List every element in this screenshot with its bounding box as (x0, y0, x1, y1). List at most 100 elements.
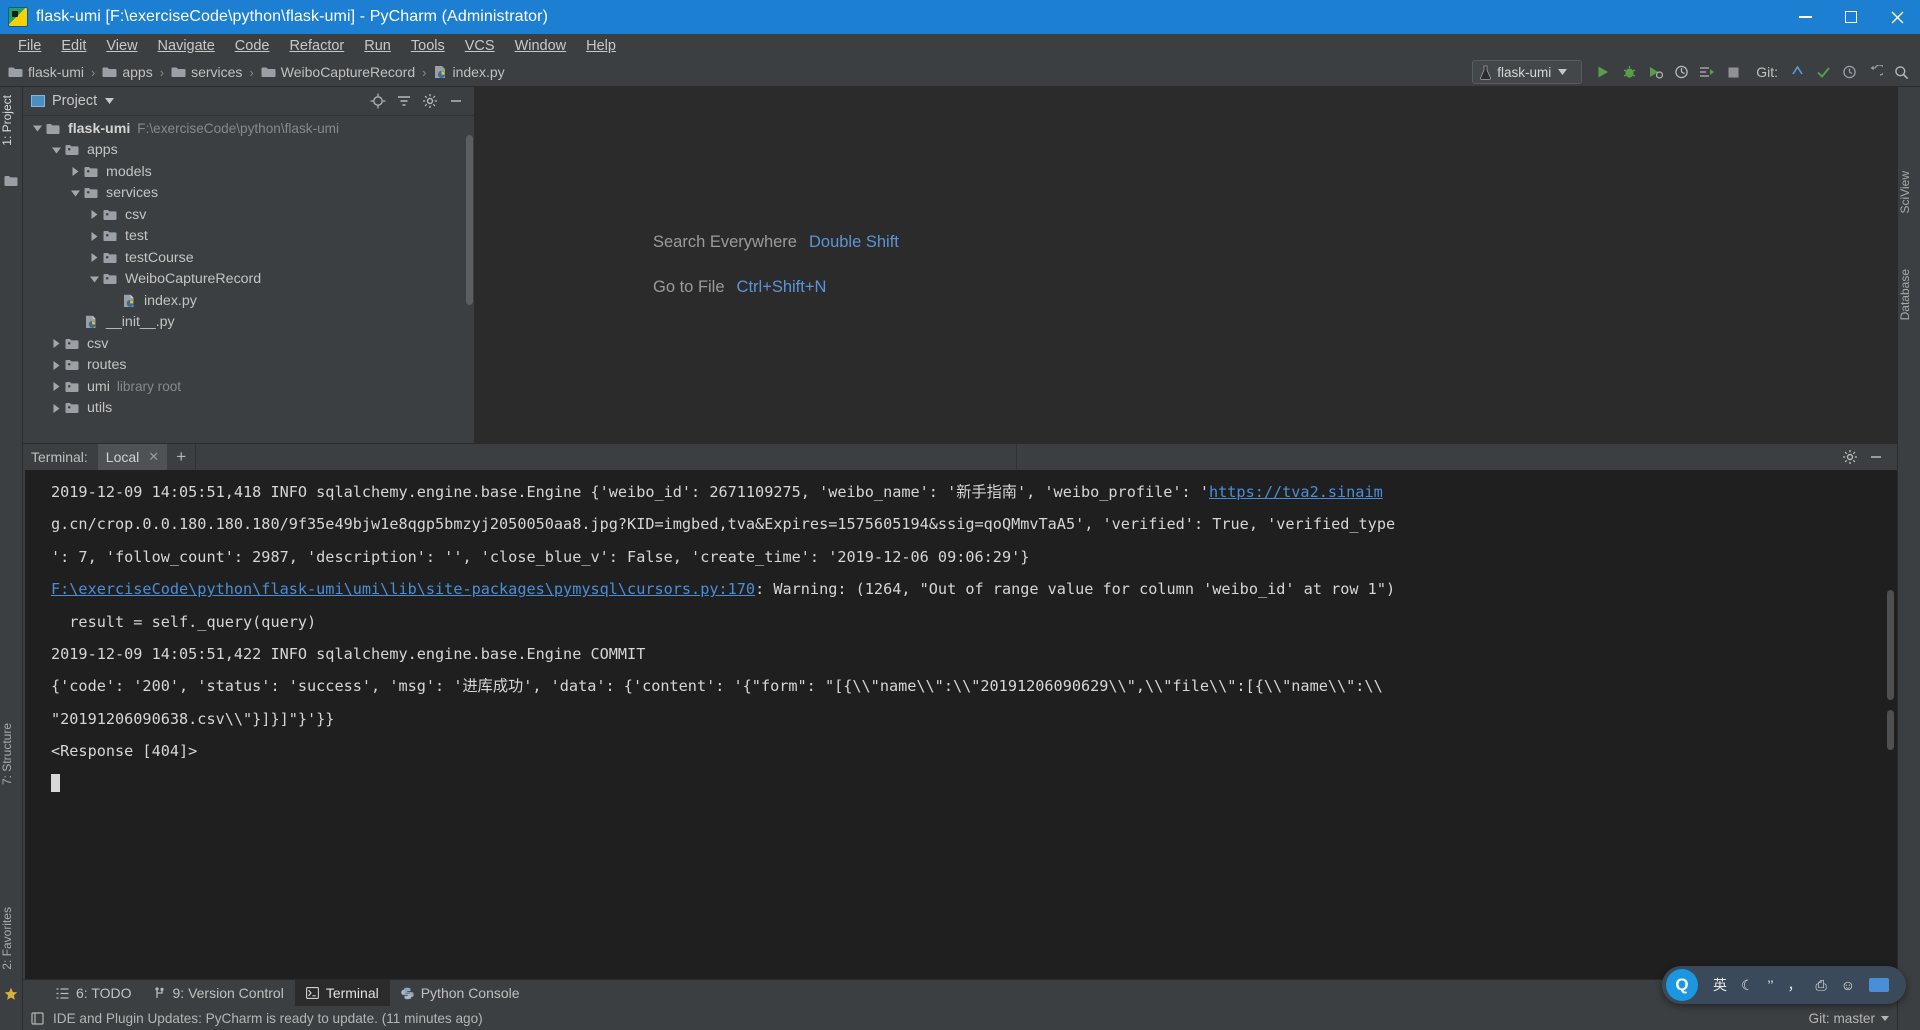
terminal-scrollbar-secondary[interactable] (1887, 710, 1894, 750)
tab-python-console[interactable]: Python Console (390, 980, 531, 1006)
menu-tools[interactable]: Tools (401, 34, 455, 58)
sidebar-item-favorites[interactable]: 2: Favorites (0, 907, 22, 970)
new-terminal-button[interactable]: + (167, 444, 195, 470)
menu-refactor[interactable]: Refactor (279, 34, 354, 58)
chevron-down-icon[interactable] (69, 187, 82, 200)
terminal-output[interactable]: 2019-12-09 14:05:51,418 INFO sqlalchemy.… (23, 470, 1897, 979)
breadcrumb-services[interactable]: services (171, 64, 242, 80)
breadcrumb-weibocapturerecord[interactable]: WeiboCaptureRecord (261, 64, 415, 80)
maximize-button[interactable] (1828, 0, 1874, 34)
chevron-down-icon[interactable] (50, 144, 63, 157)
minimize-button[interactable] (1782, 0, 1828, 34)
menu-help[interactable]: Help (576, 34, 626, 58)
menu-code[interactable]: Code (225, 34, 280, 58)
stop-button[interactable] (1720, 60, 1746, 84)
project-tree[interactable]: flask-umi F:\exerciseCode\python\flask-um… (23, 115, 475, 443)
run-button[interactable] (1590, 60, 1616, 84)
project-view-icon (31, 95, 45, 107)
hide-panel-button[interactable] (443, 88, 469, 114)
editor-empty-area[interactable]: Search Everywhere Double Shift Go to Fil… (475, 87, 1897, 443)
run-with-console-button[interactable] (1694, 60, 1720, 84)
chevron-down-icon[interactable] (105, 98, 115, 104)
close-button[interactable] (1874, 0, 1920, 34)
run-configuration-selector[interactable]: flask-umi (1472, 60, 1583, 84)
rollback-button[interactable] (1862, 60, 1888, 84)
tab-version-control[interactable]: 9: Version Control (143, 980, 295, 1006)
tree-row[interactable]: apps (23, 140, 475, 162)
moon-icon[interactable]: ☾ (1734, 977, 1761, 994)
locate-file-button[interactable] (365, 88, 391, 114)
sidebar-item-structure[interactable]: 7: Structure (0, 723, 22, 785)
tree-row[interactable]: csv (23, 333, 475, 355)
terminal-link[interactable]: https://tva2.sinaim (1209, 483, 1383, 501)
tree-row[interactable]: test (23, 226, 475, 248)
commit-check-button[interactable] (1810, 60, 1836, 84)
chevron-right-icon[interactable] (88, 208, 101, 221)
profile-button[interactable] (1668, 60, 1694, 84)
toolbox-icon[interactable]: ⎙ (1809, 977, 1834, 994)
gear-icon[interactable] (417, 88, 443, 114)
chevron-down-icon[interactable] (31, 122, 44, 135)
ime-logo-icon[interactable]: Q (1665, 969, 1698, 1001)
terminal-link[interactable]: F:\exerciseCode\python\flask-umi\umi\lib… (51, 580, 755, 598)
tree-row[interactable]: __init__.py (23, 312, 475, 334)
chevron-right-icon[interactable] (50, 337, 63, 350)
tree-row[interactable]: index.py (23, 290, 475, 312)
tree-row[interactable]: WeiboCaptureRecord (23, 269, 475, 291)
ime-mode-button[interactable]: 英 (1706, 975, 1734, 995)
chevron-right-icon[interactable] (50, 402, 63, 415)
terminal-tab-local[interactable]: Local ✕ (97, 444, 168, 470)
menu-run[interactable]: Run (354, 34, 401, 58)
tree-row[interactable]: umi library root (23, 376, 475, 398)
breadcrumb-index-py[interactable]: index.py (433, 64, 505, 80)
tree-row-secondary-label: F:\exerciseCode\python\flask-umi (137, 121, 340, 137)
collapse-all-button[interactable] (391, 88, 417, 114)
tab-todo[interactable]: 6: TODO (45, 980, 143, 1006)
chevron-right-icon[interactable] (88, 251, 101, 264)
hide-terminal-button[interactable] (1863, 444, 1889, 470)
chevron-right-icon[interactable] (69, 165, 82, 178)
close-icon[interactable]: ✕ (148, 449, 159, 465)
tree-row[interactable]: csv (23, 204, 475, 226)
tree-row[interactable]: flask-umi F:\exerciseCode\python\flask-um… (23, 118, 475, 140)
chevron-down-icon[interactable] (1881, 1015, 1889, 1021)
run-coverage-button[interactable] (1642, 60, 1668, 84)
menu-view[interactable]: View (96, 34, 147, 58)
breadcrumb-flask-umi[interactable]: flask-umi (8, 64, 84, 80)
star-icon[interactable] (4, 987, 18, 1001)
project-strip-icon[interactable] (4, 175, 18, 189)
menu-vcs[interactable]: VCS (455, 34, 505, 58)
tree-row[interactable]: utils (23, 398, 475, 420)
tab-terminal[interactable]: Terminal (294, 980, 390, 1006)
menu-window[interactable]: Window (505, 34, 577, 58)
sidebar-item-database[interactable]: Database (1898, 269, 1920, 320)
menu-edit[interactable]: Edit (51, 34, 96, 58)
chevron-right-icon[interactable] (88, 230, 101, 243)
tool-window-bar: 6: TODO 9: Version Control Terminal Pyth… (23, 979, 1897, 1006)
emoji-icon[interactable]: ☺ (1834, 977, 1862, 993)
comma-icon[interactable]: ， (1781, 975, 1809, 995)
chevron-down-icon[interactable] (88, 273, 101, 286)
tree-row[interactable]: services (23, 183, 475, 205)
terminal-scrollbar[interactable] (1887, 590, 1894, 700)
update-project-button[interactable] (1784, 60, 1810, 84)
tree-row[interactable]: models (23, 161, 475, 183)
chevron-right-icon[interactable] (50, 359, 63, 372)
menu-file[interactable]: File (8, 34, 51, 58)
sidebar-item-project[interactable]: 1: Project (0, 95, 22, 146)
breadcrumb-apps[interactable]: apps (102, 64, 153, 80)
menu-navigate[interactable]: Navigate (148, 34, 225, 58)
search-button[interactable] (1888, 60, 1914, 84)
breadcrumb-label: flask-umi (28, 64, 85, 80)
sidebar-item-sciview[interactable]: SciView (1898, 171, 1920, 213)
quote-icon[interactable]: ’’ (1761, 977, 1781, 993)
chevron-right-icon[interactable] (50, 380, 63, 393)
tree-row[interactable]: testCourse (23, 247, 475, 269)
git-branch-label[interactable]: Git: master (1809, 1011, 1875, 1026)
gear-icon[interactable] (1837, 444, 1863, 470)
history-clock-button[interactable] (1836, 60, 1862, 84)
keyboard-icon[interactable] (1862, 978, 1896, 992)
tree-row[interactable]: routes (23, 355, 475, 377)
project-scrollbar[interactable] (466, 135, 473, 305)
debug-button[interactable] (1616, 60, 1642, 84)
